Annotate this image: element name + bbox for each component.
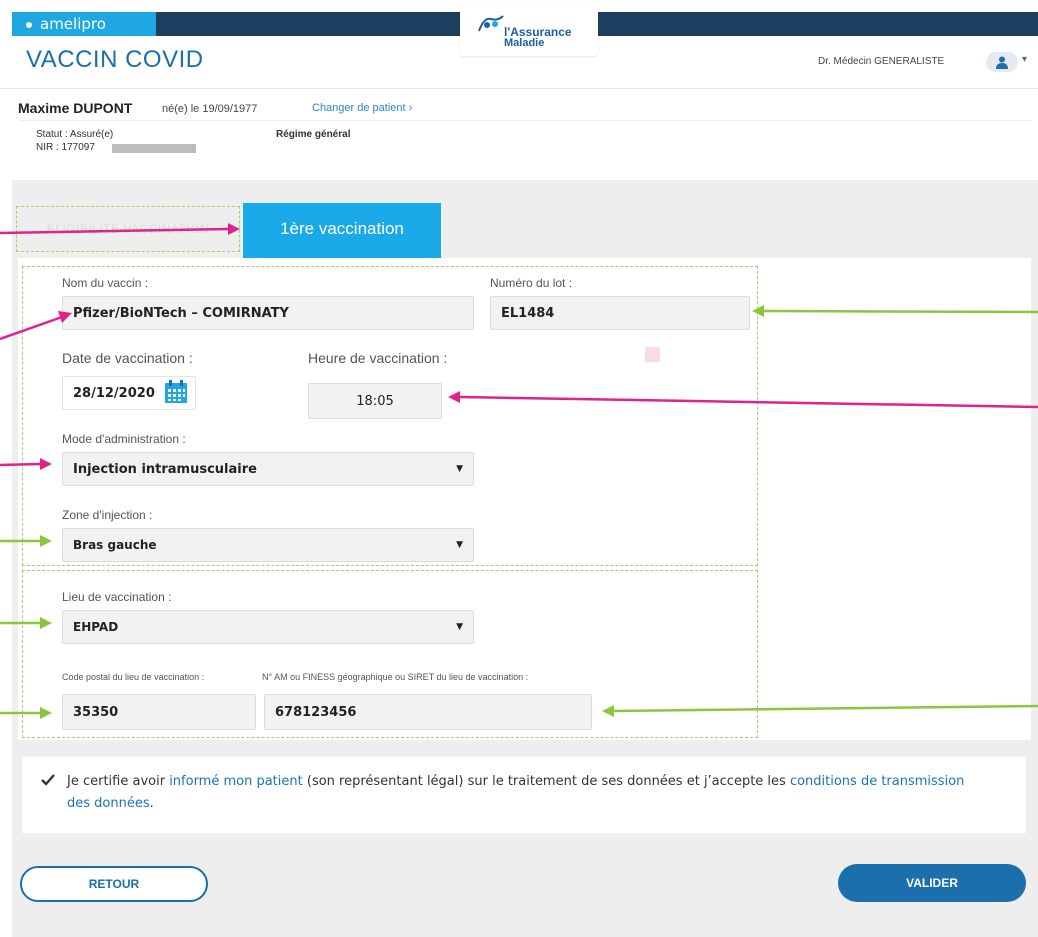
consent-checkbox[interactable]: [40, 772, 56, 788]
page-title: VACCIN COVID: [26, 46, 204, 73]
postal-code-label: Code postal du lieu de vaccination :: [62, 672, 205, 682]
vaccination-place-value: EHPAD: [73, 620, 119, 634]
logo-text-line2: Maladie: [504, 37, 545, 49]
tab-eligibilite-vaccination[interactable]: ELIGIBILITE VACCINATION: [16, 206, 240, 252]
user-menu-button[interactable]: [986, 52, 1018, 72]
informed-patient-link[interactable]: informé mon patient: [169, 774, 303, 789]
siret-field[interactable]: 678123456: [264, 694, 592, 730]
valider-button[interactable]: VALIDER: [838, 864, 1026, 902]
assurance-maladie-icon: [478, 15, 504, 32]
siret-label: N° AM ou FINESS géographique ou SIRET du…: [262, 672, 529, 682]
lot-number-label: Numéro du lot :: [490, 276, 573, 290]
vaccination-date-label: Date de vaccination :: [62, 350, 193, 366]
vaccination-date-value: 28/12/2020: [73, 385, 155, 401]
administration-mode-label: Mode d'administration :: [62, 432, 186, 446]
header-divider: [0, 88, 1038, 89]
vaccination-place-select[interactable]: EHPAD ▼: [62, 610, 474, 644]
tab-premiere-vaccination[interactable]: 1ère vaccination: [243, 203, 441, 258]
injection-zone-value: Bras gauche: [73, 538, 157, 552]
vaccination-time-field[interactable]: 18:05: [308, 383, 442, 419]
injection-zone-select[interactable]: Bras gauche ▼: [62, 528, 474, 562]
chevron-down-icon[interactable]: ▾: [1022, 54, 1027, 65]
chevron-down-icon: ▼: [456, 622, 463, 632]
postal-code-field[interactable]: 35350: [62, 694, 256, 730]
vaccination-time-value: 18:05: [356, 393, 394, 409]
retour-button[interactable]: RETOUR: [20, 866, 208, 902]
administration-mode-select[interactable]: Injection intramusculaire ▼: [62, 452, 474, 486]
patient-dob: né(e) le 19/09/1977: [162, 103, 258, 115]
injection-zone-label: Zone d'injection :: [62, 508, 153, 522]
home-icon: [26, 21, 32, 28]
doctor-name: Dr. Médecin GENERALISTE: [818, 56, 945, 67]
lot-number-field[interactable]: EL1484: [490, 296, 750, 330]
patient-statut: Statut : Assuré(e): [36, 129, 114, 140]
error-indicator: [645, 347, 660, 362]
consent-text: Je certifie avoir informé mon patient (s…: [67, 771, 967, 815]
vaccine-name-field[interactable]: Pfizer/BioNTech – COMIRNATY: [62, 296, 474, 330]
vaccination-place-label: Lieu de vaccination :: [62, 590, 172, 604]
administration-mode-value: Injection intramusculaire: [73, 461, 257, 477]
chevron-down-icon: ▼: [456, 464, 463, 474]
patient-nir: NIR : 177097: [36, 142, 95, 153]
vaccination-time-label: Heure de vaccination :: [308, 350, 448, 366]
amelipro-brand[interactable]: amelipro: [12, 12, 156, 36]
patient-card: [20, 120, 1032, 166]
patient-regime: Régime général: [276, 129, 351, 140]
consent-text-part1: Je certifie avoir: [67, 774, 170, 789]
vaccine-name-label: Nom du vaccin :: [62, 276, 149, 290]
consent-text-part2: (son représentant légal) sur le traiteme…: [302, 774, 790, 789]
consent-text-part3: .: [149, 796, 154, 811]
nir-redaction: [112, 144, 196, 153]
brand-label: amelipro: [40, 15, 106, 33]
patient-name: Maxime DUPONT: [18, 100, 133, 116]
calendar-icon[interactable]: [164, 380, 188, 404]
assurance-maladie-logo: l'Assurance Maladie: [460, 8, 598, 56]
user-icon: [996, 56, 1008, 69]
chevron-down-icon: ▼: [456, 540, 463, 550]
change-patient-link[interactable]: Changer de patient ›: [312, 102, 412, 114]
